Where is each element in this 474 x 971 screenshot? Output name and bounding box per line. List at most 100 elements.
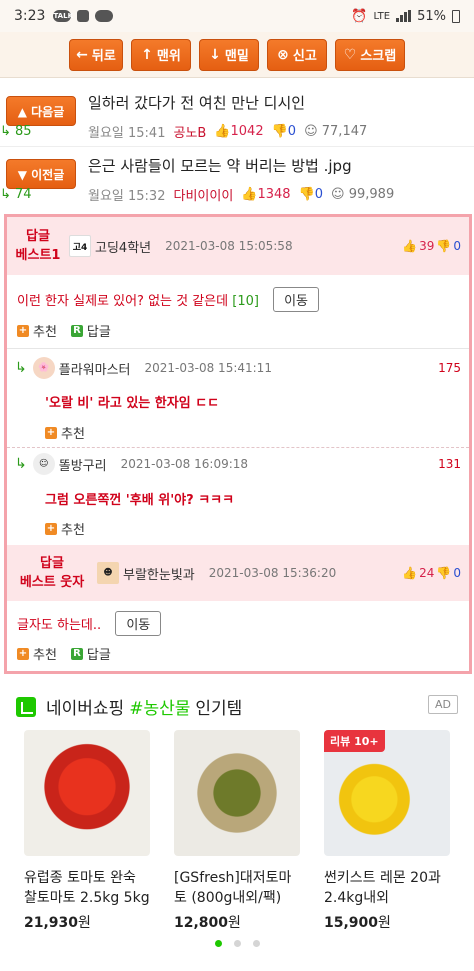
scrap-button[interactable]: ♡ 스크랩 xyxy=(335,38,405,71)
ad-badge[interactable]: AD xyxy=(428,695,458,714)
recommend-button[interactable]: + 추천 xyxy=(45,519,85,538)
comment-down-count: 0 xyxy=(453,566,461,580)
product-name[interactable]: [GSfresh]대저토마토 (800g내외/팩) xyxy=(174,868,300,908)
carousel-indicator[interactable] xyxy=(0,940,474,947)
arrow-down-icon: ↓ xyxy=(209,46,221,63)
comment-date: 2021-03-08 15:05:58 xyxy=(165,239,293,253)
recommend-button[interactable]: + 추천 xyxy=(45,423,85,442)
arrow-left-icon: ← xyxy=(76,46,88,63)
comment-down-count: 0 xyxy=(453,239,461,253)
reply-text: '오랄 비' 라고 있는 한자임 ㄷㄷ xyxy=(45,396,220,411)
plus-icon: + xyxy=(45,426,57,439)
network-label: LTE xyxy=(373,10,391,22)
recommend-button[interactable]: + 추천 xyxy=(17,644,57,663)
review-badge: 리뷰 10+ xyxy=(324,730,385,752)
next-post-button[interactable]: ▲ 다음글 xyxy=(6,96,76,126)
status-time: 3:23 xyxy=(14,8,46,24)
reply-up-count: 131 xyxy=(438,457,461,471)
carousel-dot[interactable] xyxy=(233,940,241,947)
thumbs-up-icon[interactable]: 👍 xyxy=(402,239,417,253)
product-name[interactable]: 유럽종 토마토 완숙 찰토마토 2.5kg 5kg xyxy=(24,868,150,908)
avatar[interactable]: ☺ xyxy=(32,453,55,475)
avatar[interactable]: 🌸 xyxy=(32,357,55,379)
avatar[interactable]: ☻ xyxy=(97,562,119,584)
reply-count: [10] xyxy=(232,294,259,309)
product-card[interactable]: [GSfresh]대저토마토 (800g내외/팩) 12,800원 xyxy=(174,730,300,932)
reply-date: 2021-03-08 16:09:18 xyxy=(120,457,249,471)
divider xyxy=(7,348,469,349)
product-name[interactable]: 썬키스트 레몬 20과 2.4kg내외 xyxy=(324,868,450,908)
best-comments-box: 답글 베스트1 고4 고딩4학년 2021-03-08 15:05:58 👍 39… xyxy=(4,214,472,674)
tomato-image[interactable] xyxy=(24,730,150,856)
reply-text: 그럼 오른쪽껀 '후배 위'야? ㅋㅋㅋ xyxy=(45,493,235,508)
reply-icon: R xyxy=(70,647,83,660)
shopping-title[interactable]: 네이버쇼핑 #농산물 인기템 xyxy=(16,694,242,719)
reply-arrow-icon: ↳ 85 xyxy=(0,124,32,139)
thumbs-down-icon[interactable]: 👎 xyxy=(436,566,451,580)
back-button[interactable]: ← 뒤로 xyxy=(69,38,123,71)
reply-button[interactable]: R 답글 xyxy=(70,321,111,340)
signal-icon xyxy=(396,10,412,22)
comment-up-count: 24 xyxy=(419,566,435,580)
product-card[interactable]: 유럽종 토마토 완숙 찰토마토 2.5kg 5kg 21,930원 xyxy=(24,730,150,932)
prev-post-reply-count: 74 xyxy=(15,187,32,202)
report-icon: ⊗ xyxy=(277,46,289,63)
battery-level: 51% xyxy=(417,8,446,24)
move-button[interactable]: 이동 xyxy=(115,611,162,636)
post-toolbar: ← 뒤로 ↑ 맨위 ↓ 맨밑 ⊗ 신고 ♡ 스크랩 xyxy=(0,32,474,78)
comment-actions: + 추천 R 답글 xyxy=(17,321,111,340)
plus-icon: + xyxy=(17,324,29,337)
report-button[interactable]: ⊗ 신고 xyxy=(267,38,327,71)
next-post[interactable]: ▲ 다음글 일하러 갔다가 전 여친 만난 디시인 월요일 15:41 공노B … xyxy=(0,82,474,142)
alarm-icon: ⏰ xyxy=(351,8,368,24)
plus-icon: + xyxy=(45,522,57,535)
prev-post-title[interactable]: 은근 사람들이 모르는 약 버리는 방법 .jpg xyxy=(88,155,394,176)
comment-text: 글자도 하는데.. 이동 xyxy=(17,611,162,636)
prev-post-button[interactable]: ▼ 이전글 xyxy=(6,159,76,189)
reply-button[interactable]: R 답글 xyxy=(70,644,111,663)
naver-shopping-icon xyxy=(16,696,36,717)
best-funny-badge: 답글 베스트 웃자 xyxy=(19,556,85,590)
comment-actions: + 추천 R 답글 xyxy=(17,644,111,663)
status-bar: 3:23 TALK ⏰ LTE 51% xyxy=(0,0,474,32)
reply-arrow-icon: ↳ 74 xyxy=(0,187,32,202)
product-card[interactable]: 리뷰 10+ 썬키스트 레몬 20과 2.4kg내외 15,900원 xyxy=(324,730,450,932)
product-price: 15,900원 xyxy=(324,915,391,931)
bottom-button[interactable]: ↓ 맨밑 xyxy=(199,38,259,71)
comment-up-count: 39 xyxy=(419,239,435,253)
naver-shopping-section: 네이버쇼핑 #농산물 인기템 AD 유럽종 토마토 완숙 찰토마토 2.5kg … xyxy=(0,684,474,971)
heart-icon: ♡ xyxy=(343,46,357,63)
reply-icon: R xyxy=(70,324,83,337)
reply-arrow-icon: ↳ xyxy=(15,360,27,376)
divider xyxy=(7,447,469,448)
comment-date: 2021-03-08 15:36:20 xyxy=(208,566,337,580)
battery-icon xyxy=(452,9,460,23)
reply-username[interactable]: 플라워마스터 xyxy=(59,359,131,378)
comment-username[interactable]: 부랄한눈빛과 xyxy=(123,564,195,583)
move-button[interactable]: 이동 xyxy=(273,287,319,312)
comment-text: 이런 한자 실제로 있어? 없는 것 같은데 [10] 이동 xyxy=(17,287,319,312)
reply-username[interactable]: 똘방구리 xyxy=(59,455,107,474)
plus-icon: + xyxy=(17,647,29,660)
daejeo-tomato-image[interactable] xyxy=(174,730,300,856)
reply-date: 2021-03-08 15:41:11 xyxy=(144,361,272,375)
reply-up-count: 175 xyxy=(438,361,461,375)
lemon-image[interactable]: 리뷰 10+ xyxy=(324,730,450,856)
arrow-up-icon: ↑ xyxy=(141,46,153,63)
carousel-dot[interactable] xyxy=(214,940,222,947)
top-button[interactable]: ↑ 맨위 xyxy=(131,38,191,71)
cloud-icon xyxy=(95,10,114,22)
thumbs-down-icon[interactable]: 👎 xyxy=(436,239,451,253)
product-price: 21,930원 xyxy=(24,915,91,931)
comment-username[interactable]: 고딩4학년 xyxy=(95,237,151,256)
product-price: 12,800원 xyxy=(174,915,241,931)
avatar[interactable]: 고4 xyxy=(69,235,91,257)
reply-header: ↳ ☺ 똘방구리 2021-03-08 16:09:18 131 xyxy=(15,453,461,475)
prev-post[interactable]: ▼ 이전글 은근 사람들이 모르는 약 버리는 방법 .jpg 월요일 15:3… xyxy=(0,145,474,205)
next-post-title[interactable]: 일하러 갔다가 전 여친 만난 디시인 xyxy=(88,92,367,113)
kakaotalk-icon: TALK xyxy=(53,10,73,22)
recommend-button[interactable]: + 추천 xyxy=(17,321,57,340)
carousel-dot[interactable] xyxy=(252,940,260,947)
thumbs-up-icon[interactable]: 👍 xyxy=(402,566,417,580)
reply-arrow-icon: ↳ xyxy=(15,456,27,472)
